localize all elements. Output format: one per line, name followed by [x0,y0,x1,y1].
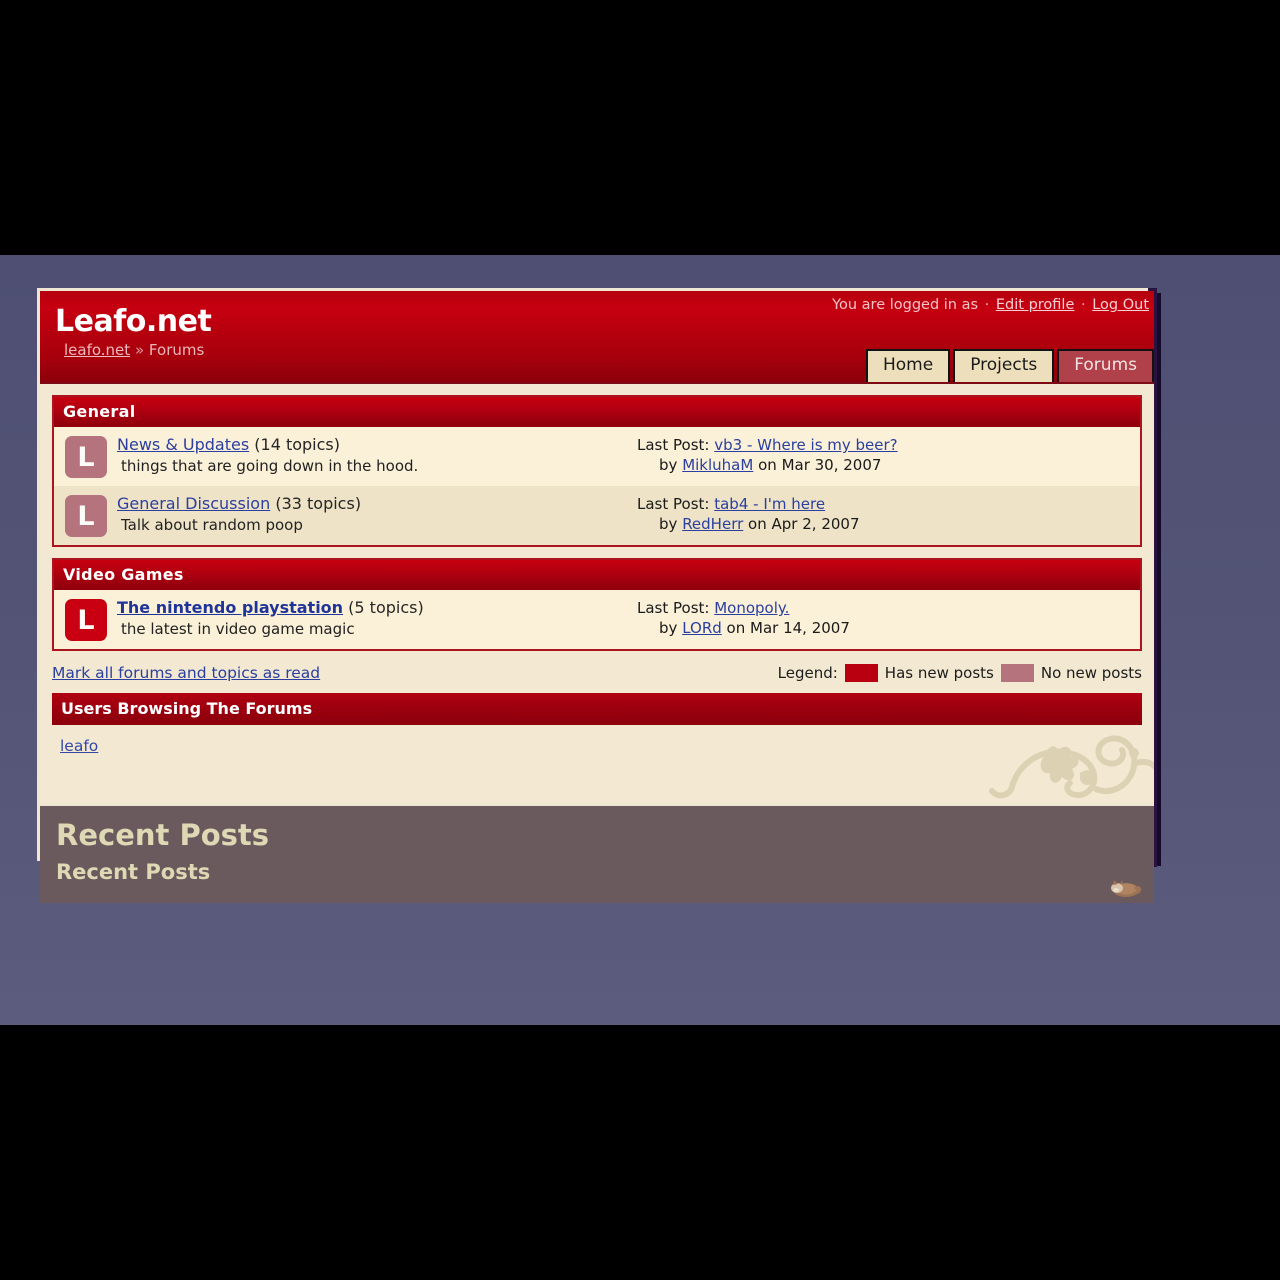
last-post-author-link[interactable]: RedHerr [682,515,743,533]
by-label: by [659,456,678,474]
site-title: Leafo.net [55,304,212,339]
last-post-label: Last Post: [637,599,710,617]
last-post-date: Mar 30, 2007 [781,456,882,474]
last-post-link[interactable]: Monopoly. [714,599,789,617]
section-title-video-games: Video Games [52,558,1142,590]
browser-viewport: Leafo.net leafo.net » Forums You are log… [0,255,1280,1025]
forum-page: Leafo.net leafo.net » Forums You are log… [37,288,1157,903]
breadcrumb-current: Forums [148,341,205,359]
last-post-author-link[interactable]: MikluhaM [682,456,753,474]
forum-link-general-discussion[interactable]: General Discussion [117,494,270,513]
forum-status-icon: L [65,436,107,478]
on-label: on [726,619,746,637]
forum-status-icon: L [65,495,107,537]
forum-topic-count: (14 topics) [254,435,340,454]
breadcrumb-home-link[interactable]: leafo.net [64,341,130,359]
forum-topic-count: (5 topics) [348,598,424,617]
forum-last-post: Last Post: tab4 - I'm here by RedHerr on… [637,493,860,533]
last-post-label: Last Post: [637,436,710,454]
letterbox-bottom [0,1025,1280,1280]
forum-info: The nintendo playstation (5 topics) the … [117,597,637,638]
forum-status-icon: L [65,599,107,641]
breadcrumb: leafo.net » Forums [64,341,204,359]
forum-link-news-updates[interactable]: News & Updates [117,435,249,454]
forum-link-nintendo-playstation[interactable]: The nintendo playstation [117,598,343,617]
login-separator-1: · [984,297,990,313]
forum-tools-row: Mark all forums and topics as read Legen… [52,662,1142,685]
forum-title-line: The nintendo playstation (5 topics) [117,598,637,617]
tab-forums[interactable]: Forums [1057,349,1154,382]
last-post-byline: by MikluhaM on Mar 30, 2007 [637,454,898,474]
footer-subtitle: Recent Posts [56,860,211,884]
edit-profile-link[interactable]: Edit profile [996,297,1075,313]
forum-body: General L News & Updates (14 topics) thi… [40,384,1154,803]
legend-no-new-label: No new posts [1040,664,1142,682]
forum-rows-video-games: L The nintendo playstation (5 topics) th… [54,590,1140,649]
tab-home[interactable]: Home [866,349,951,382]
forum-title-line: General Discussion (33 topics) [117,494,637,513]
mark-all-read-link[interactable]: Mark all forums and topics as read [52,664,320,682]
users-browsing-list: leafo [52,725,1142,755]
user-link-leafo[interactable]: leafo [60,737,98,755]
last-post-link[interactable]: tab4 - I'm here [714,495,825,513]
forum-info: General Discussion (33 topics) Talk abou… [117,493,637,534]
users-browsing-title: Users Browsing The Forums [52,693,1142,725]
forum-description: things that are going down in the hood. [121,457,419,475]
last-post-date: Apr 2, 2007 [771,515,860,533]
letterbox-top [0,0,1280,255]
last-post-label: Last Post: [637,495,710,513]
legend-has-new-label: Has new posts [884,664,994,682]
last-post-author-link[interactable]: LORd [682,619,722,637]
last-post-date: Mar 14, 2007 [750,619,850,637]
log-out-link[interactable]: Log Out [1092,297,1149,313]
forum-description: the latest in video game magic [121,620,355,638]
forum-row: L News & Updates (14 topics) things that… [54,427,1140,486]
screen: Leafo.net leafo.net » Forums You are log… [0,0,1280,1280]
forum-rows-general: L News & Updates (14 topics) things that… [54,427,1140,545]
forum-description: Talk about random poop [121,516,303,534]
legend: Legend: Has new posts No new posts [778,664,1142,682]
by-label: by [659,619,678,637]
last-post-byline: by RedHerr on Apr 2, 2007 [637,513,860,533]
legend-swatch-has-new-icon [844,664,878,682]
sleeping-cat-icon [1111,880,1142,897]
forum-topic-count: (33 topics) [275,494,362,513]
forum-last-post: Last Post: Monopoly. by LORd on Mar 14, … [637,597,850,637]
forum-title-line: News & Updates (14 topics) [117,435,637,454]
site-header: Leafo.net leafo.net » Forums You are log… [40,291,1154,384]
forum-section-video-games: Video Games L The nintendo playstation (… [52,558,1142,651]
forum-row: L General Discussion (33 topics) Talk ab… [54,486,1140,545]
last-post-link[interactable]: vb3 - Where is my beer? [714,436,897,454]
breadcrumb-separator: » [134,341,145,359]
login-status-text: You are logged in as [832,297,979,313]
on-label: on [758,456,777,474]
forum-last-post: Last Post: vb3 - Where is my beer? by Mi… [637,434,898,474]
nav-tabs: Home Projects Forums [863,349,1154,382]
forum-section-general: General L News & Updates (14 topics) thi… [52,395,1142,547]
legend-swatch-no-new-icon [1000,664,1034,682]
by-label: by [659,515,678,533]
footer-recent-posts: Recent Posts Recent Posts [40,803,1154,903]
login-status-bar: You are logged in as · Edit profile · Lo… [832,297,1149,313]
forum-info: News & Updates (14 topics) things that a… [117,434,637,475]
legend-label: Legend: [777,664,838,682]
forum-row: L The nintendo playstation (5 topics) th… [54,590,1140,649]
footer-title: Recent Posts [56,818,270,852]
section-title-general: General [52,395,1142,427]
login-separator-2: · [1080,297,1086,313]
last-post-byline: by LORd on Mar 14, 2007 [637,617,850,637]
on-label: on [748,515,767,533]
tab-projects[interactable]: Projects [953,349,1055,382]
